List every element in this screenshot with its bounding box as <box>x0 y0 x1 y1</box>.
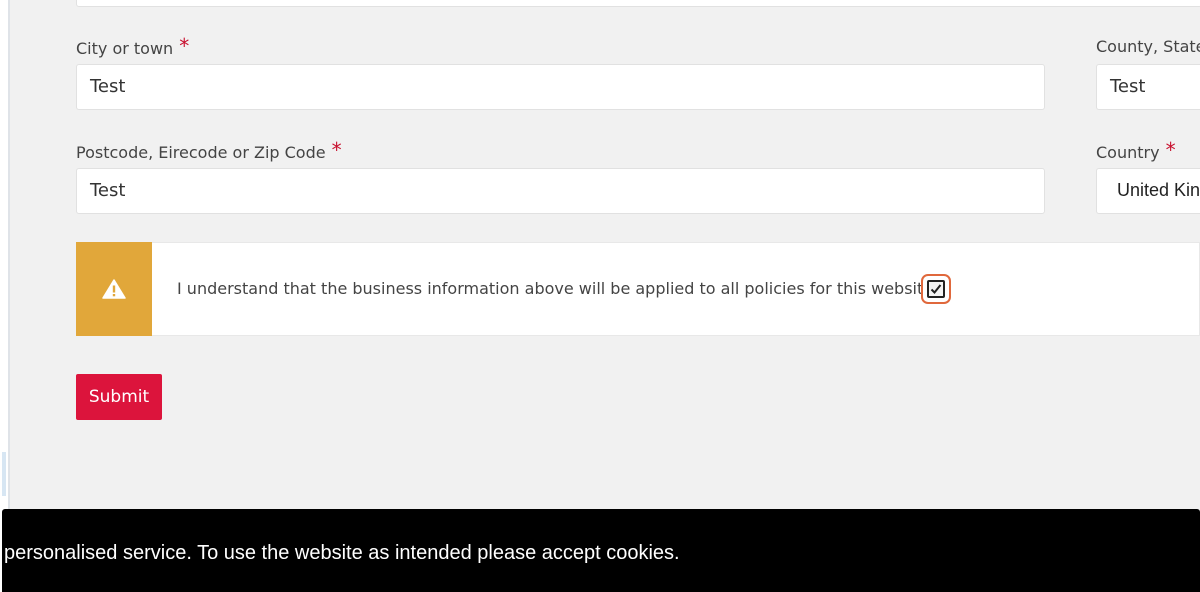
page: City or town * Test County, State Test Po… <box>0 0 1200 592</box>
cookie-banner-text: personalised service. To use the website… <box>4 542 680 564</box>
warning-icon-box <box>76 242 152 336</box>
scroll-indicator <box>2 452 6 496</box>
business-info-form: City or town * Test County, State Test Po… <box>10 0 1200 510</box>
left-edge-strip <box>0 0 10 510</box>
county-label: County, State <box>1096 37 1200 57</box>
county-label-text: County, State <box>1096 37 1200 56</box>
postcode-input[interactable]: Test <box>76 168 1045 214</box>
confirmation-checkbox[interactable] <box>921 274 951 304</box>
confirmation-text: I understand that the business informati… <box>177 279 939 298</box>
warning-icon <box>102 279 126 299</box>
checkbox-box[interactable] <box>927 280 945 298</box>
required-marker: * <box>1165 138 1176 162</box>
city-label-text: City or town <box>76 39 174 58</box>
country-select-value: United Kingdom <box>1117 180 1200 200</box>
county-input[interactable]: Test <box>1096 64 1200 110</box>
cookie-banner: personalised service. To use the website… <box>2 509 1200 592</box>
confirmation-notice: I understand that the business informati… <box>76 242 1200 336</box>
required-marker: * <box>179 34 190 58</box>
previous-input-edge[interactable] <box>76 0 1200 7</box>
submit-button[interactable]: Submit <box>76 374 162 420</box>
city-input[interactable]: Test <box>76 64 1045 110</box>
county-input-value: Test <box>1110 76 1146 97</box>
postcode-label-text: Postcode, Eirecode or Zip Code <box>76 143 326 162</box>
country-label: Country * <box>1096 138 1176 163</box>
postcode-input-value: Test <box>90 180 126 201</box>
city-input-value: Test <box>90 76 126 97</box>
country-select[interactable]: United Kingdom <box>1096 168 1200 214</box>
required-marker: * <box>331 138 342 162</box>
postcode-label: Postcode, Eirecode or Zip Code * <box>76 138 342 163</box>
city-label: City or town * <box>76 34 190 59</box>
country-label-text: Country <box>1096 143 1160 162</box>
checkmark-icon <box>930 284 942 294</box>
